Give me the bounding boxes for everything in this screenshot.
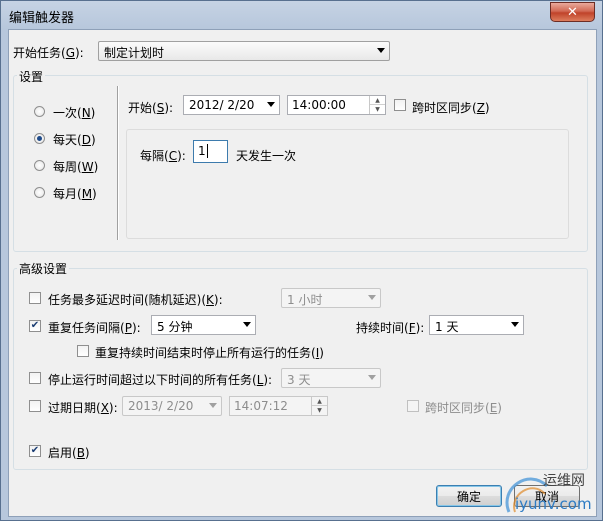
text-cursor <box>207 144 208 158</box>
title-bar[interactable]: 编辑触发器 ✕ <box>1 1 602 29</box>
repeat-label: 重复任务间隔(P): <box>48 321 141 335</box>
stop-at-end-checkbox[interactable] <box>77 345 89 357</box>
radio-monthly-label: 每月(M) <box>53 187 97 201</box>
expire-sync-checkbox[interactable] <box>407 400 419 412</box>
chevron-down-icon <box>267 102 275 107</box>
start-time-field[interactable]: 14:00:00 ▲ ▼ <box>287 95 386 115</box>
settings-group-label: 设置 <box>17 68 46 85</box>
stop-at-end-label: 重复持续时间结束时停止所有运行的任务(I) <box>95 346 324 360</box>
chevron-down-icon <box>511 322 519 327</box>
duration-dropdown[interactable]: 1 天 <box>429 315 524 335</box>
expire-date-picker[interactable]: 2013/ 2/20 <box>122 396 222 416</box>
spin-up-icon[interactable]: ▲ <box>370 96 385 105</box>
dialog-body: 开始任务(G): 制定计划时 设置 一次(N) 每天(D) 每周(W) 每月(M… <box>8 29 597 517</box>
expire-sync-label: 跨时区同步(E) <box>425 401 502 415</box>
chevron-down-icon <box>377 48 385 53</box>
chevron-down-icon <box>243 322 251 327</box>
chevron-down-icon <box>209 403 217 408</box>
window-title: 编辑触发器 <box>9 11 75 26</box>
ok-button[interactable]: 确定 <box>436 485 502 507</box>
close-icon: ✕ <box>567 4 578 20</box>
sync-timezone-checkbox[interactable] <box>394 99 406 111</box>
begin-task-label: 开始任务(G): <box>13 46 84 60</box>
enabled-label: 启用(B) <box>48 446 90 460</box>
checkmark-icon: ✔ <box>30 320 40 331</box>
radio-once[interactable] <box>34 106 45 117</box>
every-days-input[interactable]: 1 <box>193 140 228 163</box>
spin-up-icon[interactable]: ▲ <box>312 397 327 406</box>
stop-longer-label: 停止运行时间超过以下时间的所有任务(L): <box>48 373 273 387</box>
expire-checkbox[interactable] <box>29 400 41 412</box>
radio-weekly[interactable] <box>34 160 45 171</box>
radio-daily-label: 每天(D) <box>53 133 96 147</box>
radio-daily[interactable] <box>34 133 45 144</box>
advanced-group-label: 高级设置 <box>17 260 70 277</box>
delay-dropdown[interactable]: 1 小时 <box>281 288 381 308</box>
enabled-checkbox[interactable]: ✔ <box>29 445 41 457</box>
duration-label: 持续时间(F): <box>356 321 425 335</box>
stop-longer-checkbox[interactable] <box>29 372 41 384</box>
settings-divider <box>117 86 119 240</box>
close-button[interactable]: ✕ <box>550 2 595 22</box>
start-date-picker[interactable]: 2012/ 2/20 <box>183 95 280 115</box>
dialog-window: 编辑触发器 ✕ 开始任务(G): 制定计划时 设置 一次(N) 每天(D) 每周… <box>0 0 603 521</box>
radio-monthly[interactable] <box>34 187 45 198</box>
spin-down-icon[interactable]: ▼ <box>370 105 385 113</box>
radio-weekly-label: 每周(W) <box>53 160 99 174</box>
stop-longer-dropdown[interactable]: 3 天 <box>281 368 381 388</box>
time-spinner[interactable]: ▲ ▼ <box>369 96 385 114</box>
repeat-interval-dropdown[interactable]: 5 分钟 <box>151 315 256 335</box>
begin-task-dropdown[interactable]: 制定计划时 <box>98 41 390 61</box>
checkmark-icon: ✔ <box>30 445 40 456</box>
sync-timezone-label: 跨时区同步(Z) <box>412 101 490 115</box>
every-label: 每隔(C): <box>140 149 186 163</box>
expire-label: 过期日期(X): <box>48 401 118 415</box>
expire-time-field[interactable]: 14:07:12 ▲ ▼ <box>229 396 328 416</box>
chevron-down-icon <box>368 375 376 380</box>
delay-label: 任务最多延迟时间(随机延迟)(K): <box>48 293 223 307</box>
spin-down-icon[interactable]: ▼ <box>312 406 327 414</box>
every-unit-label: 天发生一次 <box>236 149 297 163</box>
watermark-logo: 运维网 iyunv.com <box>499 468 595 516</box>
radio-once-label: 一次(N) <box>53 106 96 120</box>
delay-checkbox[interactable] <box>29 292 41 304</box>
chevron-down-icon <box>368 295 376 300</box>
time-spinner[interactable]: ▲ ▼ <box>311 397 327 415</box>
repeat-checkbox[interactable]: ✔ <box>29 320 41 332</box>
start-label: 开始(S): <box>128 101 174 115</box>
